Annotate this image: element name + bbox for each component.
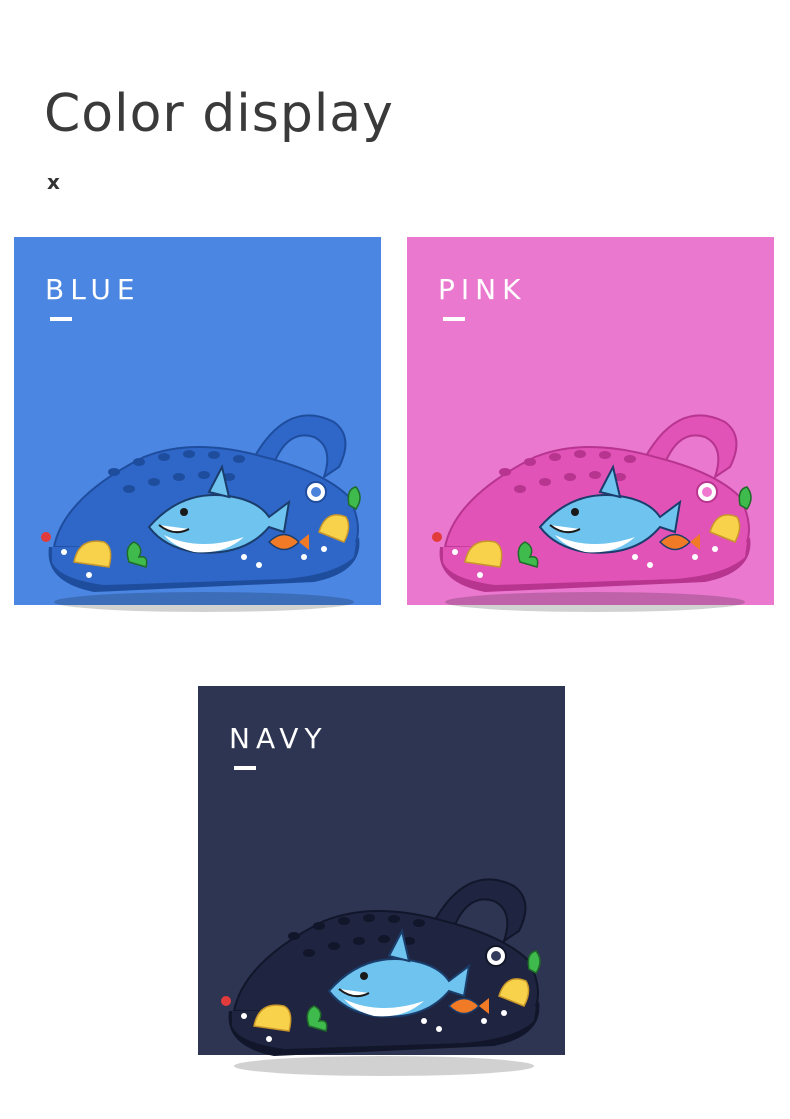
- color-card-pink[interactable]: PINK: [407, 237, 774, 612]
- page-title: Color display: [44, 84, 394, 144]
- color-label: NAVY: [229, 722, 328, 755]
- color-card-navy[interactable]: NAVY: [198, 686, 565, 1076]
- label-underline: [50, 317, 72, 321]
- label-underline: [234, 766, 256, 770]
- clog-shoe-image: [432, 414, 752, 612]
- label-underline: [443, 317, 465, 321]
- color-label: PINK: [438, 273, 527, 306]
- color-card-blue[interactable]: BLUE: [14, 237, 381, 612]
- clog-shoe-image: [41, 414, 361, 612]
- color-label: BLUE: [45, 273, 141, 306]
- subtitle: x: [47, 170, 60, 194]
- clog-shoe-image: [221, 878, 541, 1076]
